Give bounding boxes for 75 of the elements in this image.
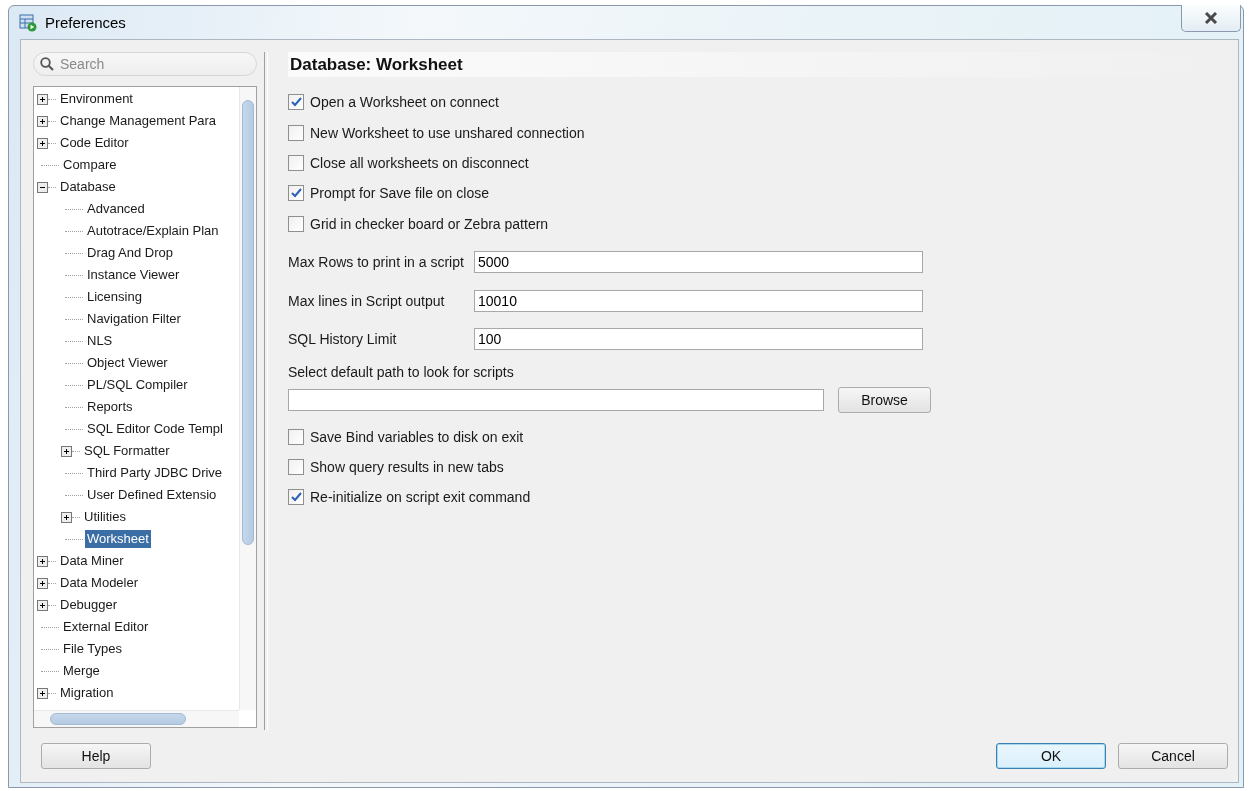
checkbox[interactable] <box>288 154 304 171</box>
search-field[interactable]: Search <box>60 56 230 72</box>
input-field[interactable]: 5000 <box>474 251 923 274</box>
tree-item[interactable]: Reports <box>85 398 135 416</box>
tree-item[interactable]: Licensing <box>85 288 144 306</box>
tree-item[interactable]: Debugger <box>58 596 120 614</box>
expand-icon[interactable] <box>37 577 48 589</box>
tree-item[interactable]: Navigation Filter <box>85 310 183 328</box>
field-label: Max lines in Script output <box>288 292 446 309</box>
tree-item[interactable]: External Editor <box>61 618 151 636</box>
checkbox-label: Save Bind variables to disk on exit <box>310 428 524 445</box>
close-button[interactable] <box>1181 5 1241 32</box>
expand-icon[interactable] <box>61 511 72 523</box>
tree-item[interactable]: PL/SQL Compiler <box>85 376 190 394</box>
expand-icon[interactable] <box>37 115 48 127</box>
expand-icon[interactable] <box>37 599 48 611</box>
tree-item[interactable]: Object Viewer <box>85 354 170 372</box>
expand-icon[interactable] <box>61 445 72 457</box>
tree-item[interactable]: Worksheet <box>85 530 151 548</box>
search-bar[interactable]: Search <box>33 52 257 76</box>
checkbox[interactable] <box>288 185 304 202</box>
tree-item[interactable]: User Defined Extensio <box>85 486 219 504</box>
checkbox[interactable] <box>288 428 304 445</box>
tree-item[interactable]: Autotrace/Explain Plan <box>85 222 221 240</box>
tree-item[interactable]: Data Modeler <box>58 574 141 592</box>
checkbox[interactable] <box>288 489 304 506</box>
tree-item[interactable]: NLS <box>85 332 115 350</box>
close-icon <box>1204 12 1218 24</box>
checkbox-label: Open a Worksheet on connect <box>310 94 499 111</box>
checkbox[interactable] <box>288 94 304 111</box>
expand-icon[interactable] <box>37 93 48 105</box>
checkbox-label: Prompt for Save file on close <box>310 185 489 202</box>
field-label: SQL History Limit <box>288 331 398 348</box>
checkbox-label: New Worksheet to use unshared connection <box>310 124 585 141</box>
help-button[interactable]: Help <box>41 743 151 769</box>
search-icon <box>40 57 54 71</box>
input-field[interactable]: 100 <box>474 328 923 351</box>
checkbox-label: Show query results in new tabs <box>310 459 504 476</box>
tree-item[interactable]: Merge <box>61 662 102 680</box>
expand-icon[interactable] <box>37 137 48 149</box>
horizontal-scrollbar[interactable] <box>34 710 239 727</box>
expand-icon[interactable] <box>37 555 48 567</box>
tree-item[interactable]: File Types <box>61 640 124 658</box>
tree-item[interactable]: Change Management Para <box>58 112 219 130</box>
tree-item[interactable]: Third Party JDBC Drive <box>85 464 225 482</box>
window-title: Preferences <box>45 14 126 31</box>
tree-item[interactable]: SQL Editor Code Templ <box>85 420 225 438</box>
app-icon <box>19 13 37 32</box>
tree-item[interactable]: Database <box>58 178 118 196</box>
tree-item[interactable]: Utilities <box>82 508 128 526</box>
tree-item[interactable]: SQL Formatter <box>82 442 172 460</box>
expand-icon[interactable] <box>37 687 48 699</box>
browse-button[interactable]: Browse <box>838 387 931 414</box>
checkbox-label: Close all worksheets on disconnect <box>310 154 529 171</box>
vertical-scrollbar[interactable] <box>239 87 256 710</box>
tree-item[interactable]: Instance Viewer <box>85 266 182 284</box>
checkbox-label: Grid in checker board or Zebra pattern <box>310 215 549 232</box>
field-label: Select default path to look for scripts <box>288 364 515 381</box>
tree-item[interactable]: Advanced <box>85 200 147 218</box>
input-field[interactable]: 10010 <box>474 289 923 312</box>
path-field[interactable] <box>288 389 824 412</box>
checkbox-label: Re-initialize on script exit command <box>310 489 531 506</box>
checkbox[interactable] <box>288 215 304 232</box>
tree-item[interactable]: Drag And Drop <box>85 244 175 262</box>
field-label: Max Rows to print in a script <box>288 254 465 271</box>
ok-button[interactable]: OK <box>996 743 1106 769</box>
tree-item[interactable]: Code Editor <box>58 134 131 152</box>
tree-item[interactable]: Migration <box>58 684 116 702</box>
cancel-button[interactable]: Cancel <box>1118 743 1228 769</box>
tree-item[interactable]: Environment <box>58 90 135 108</box>
tree-item[interactable]: Data Miner <box>58 552 126 570</box>
collapse-icon[interactable] <box>37 181 48 193</box>
checkbox[interactable] <box>288 124 304 141</box>
checkbox[interactable] <box>288 459 304 476</box>
tree-item[interactable]: Compare <box>61 156 119 174</box>
